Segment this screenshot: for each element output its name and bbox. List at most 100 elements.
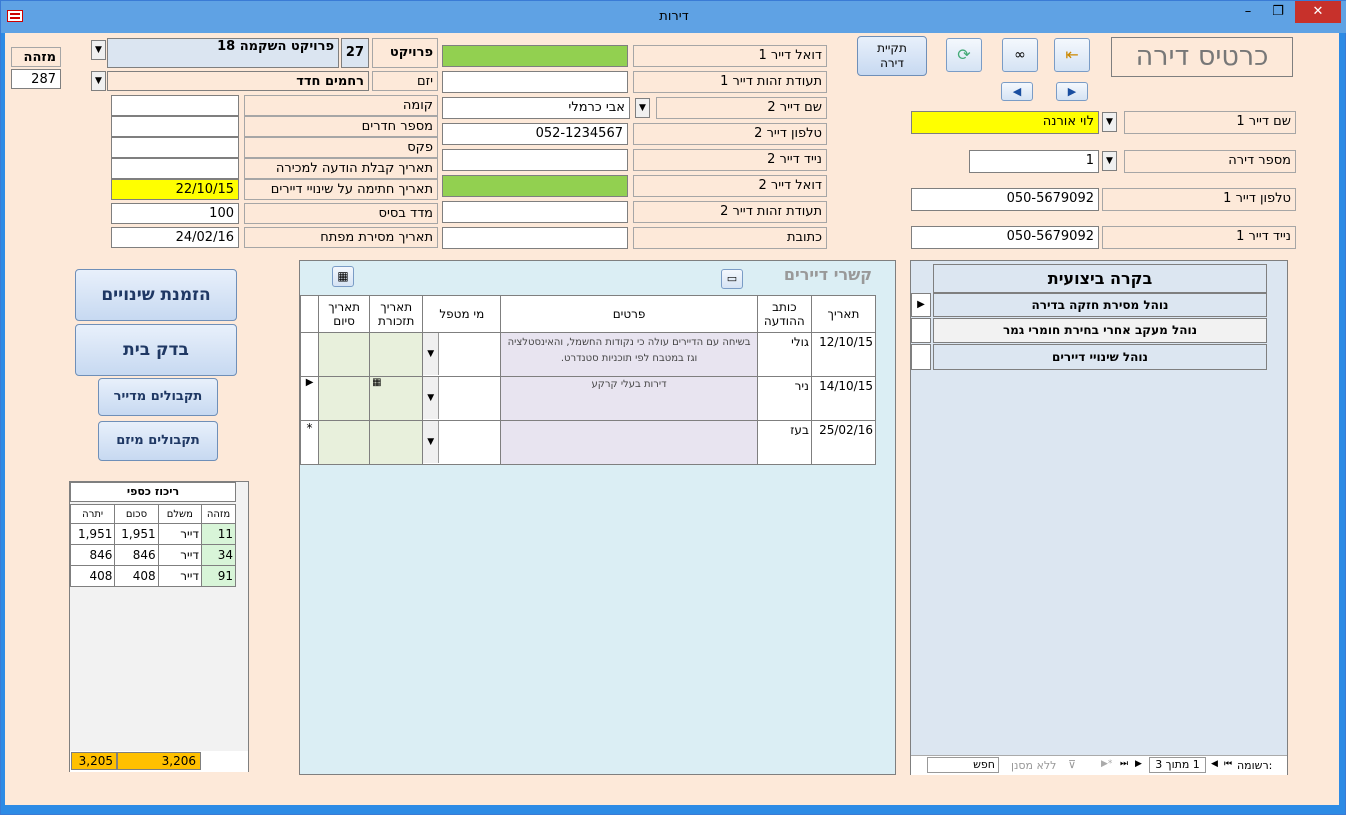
next-record-icon[interactable]: ▶: [1056, 82, 1088, 101]
prev-record-icon[interactable]: ◀: [1001, 82, 1033, 101]
developer-dropdown[interactable]: ▼: [91, 71, 106, 91]
chevron-down-icon[interactable]: ▼: [423, 377, 440, 419]
search-input[interactable]: חפש: [927, 757, 999, 773]
finance-header-payer: משלם: [157, 504, 202, 524]
developer-receipts-button[interactable]: תקבולים מיזם: [98, 421, 218, 461]
apt-no-dropdown[interactable]: ▼: [1102, 151, 1117, 171]
contact-handler[interactable]: ▼: [422, 332, 502, 377]
contact-reminder[interactable]: ▦: [369, 376, 424, 421]
finance-row-id: 91: [200, 565, 237, 587]
col-handler: מי מטפל: [422, 295, 502, 333]
tenant1-name-input[interactable]: לוי אורנה: [911, 111, 1099, 134]
first-record-icon[interactable]: ⏮: [1224, 759, 1232, 769]
row-selector[interactable]: [299, 332, 320, 377]
sale-notice-input[interactable]: [111, 158, 239, 179]
apartment-folder-button[interactable]: תקיית דירה: [857, 36, 927, 76]
contact-date[interactable]: 25/02/16: [810, 420, 877, 465]
chevron-down-icon[interactable]: ▼: [423, 421, 440, 463]
tenant2-name-dropdown[interactable]: ▼: [635, 98, 650, 118]
contact-details[interactable]: בשיחה עם הדיירים עולה כי נקודות החשמל, ו…: [500, 332, 758, 377]
contact-details[interactable]: [500, 420, 758, 465]
finance-header-amount: סכום: [114, 504, 159, 524]
contact-reminder[interactable]: [369, 332, 424, 377]
tenant1-name-dropdown[interactable]: ▼: [1102, 112, 1117, 132]
apartment-form: כרטיס דירה תקיית דירה ⟳ ∞ ⇤ ◀ ▶ שם דייר …: [5, 33, 1339, 805]
new-record-icon[interactable]: ▶*: [1101, 759, 1112, 769]
id-input[interactable]: 287: [11, 69, 61, 89]
inspection-item[interactable]: נוהל מסירת חזקה בדירה: [933, 293, 1267, 317]
project-dropdown[interactable]: ▼: [91, 40, 106, 60]
tenant1-phone-label: טלפון דייר 1: [1102, 188, 1296, 211]
minimize-button[interactable]: –: [1233, 1, 1263, 23]
contact-handler[interactable]: ▼: [422, 420, 502, 465]
contact-reminder[interactable]: [369, 420, 424, 465]
address-label: כתובת: [633, 227, 827, 249]
finance-row-payer: דייר: [157, 523, 202, 545]
record-counter[interactable]: 1 מתוך 3: [1149, 757, 1206, 773]
finance-row[interactable]: 34 דייר 846 846: [69, 544, 237, 566]
fax-input[interactable]: [111, 137, 239, 158]
current-row-icon[interactable]: ▶: [299, 376, 320, 421]
tenant1-mobile-input[interactable]: 050-5679092: [911, 226, 1099, 249]
finance-table: מזהה משלם סכום יתרה 11 דייר 1,951 1,951 …: [69, 504, 237, 587]
close-button[interactable]: ✕: [1295, 1, 1341, 23]
binoculars-icon[interactable]: ∞: [1002, 38, 1038, 72]
address-input[interactable]: [442, 227, 628, 249]
exit-door-icon[interactable]: ⇤: [1054, 38, 1090, 72]
inspection-item[interactable]: נוהל מעקב אחרי בחירת חומרי גמר: [933, 318, 1267, 343]
apt-no-input[interactable]: 1: [969, 150, 1099, 173]
email2-input[interactable]: [442, 175, 628, 197]
calendar-icon[interactable]: ▦: [332, 266, 354, 287]
contact-writer[interactable]: גולי: [756, 332, 812, 377]
contact-date[interactable]: 14/10/15: [810, 376, 877, 421]
last-record-icon[interactable]: ⏭: [1120, 759, 1128, 769]
calendar-icon[interactable]: ▦: [372, 377, 381, 388]
contact-writer[interactable]: בעז: [756, 420, 812, 465]
project-no-input[interactable]: 27: [341, 38, 369, 68]
project-name-input[interactable]: פרויקט השקמה 18: [107, 38, 339, 68]
tenant-receipts-button[interactable]: תקבולים מדייר: [98, 378, 218, 416]
next-record-icon[interactable]: ▶: [1135, 759, 1142, 769]
contact-row[interactable]: 12/10/15 גולי בשיחה עם הדיירים עולה כי נ…: [299, 332, 877, 377]
refresh-icon[interactable]: ⟳: [946, 38, 982, 72]
phone2-input[interactable]: 052-1234567: [442, 123, 628, 145]
inspection-item[interactable]: נוהל שינויי דיירים: [933, 344, 1267, 370]
order-changes-button[interactable]: הזמנת שינויים: [75, 269, 237, 321]
new-row-icon[interactable]: *: [299, 420, 320, 465]
contact-end[interactable]: [318, 420, 371, 465]
contact-details[interactable]: דירות בעלי קרקע: [500, 376, 758, 421]
key-delivery-input[interactable]: 24/02/16: [111, 227, 239, 248]
floor-input[interactable]: [111, 95, 239, 116]
sign-changes-input[interactable]: 22/10/15: [111, 179, 239, 200]
contact-writer[interactable]: ניר: [756, 376, 812, 421]
current-row-icon[interactable]: ▶: [911, 293, 931, 317]
developer-input[interactable]: רחמים חדד: [107, 71, 369, 91]
rooms-input[interactable]: [111, 116, 239, 137]
no-filter-label[interactable]: ללא מסנן: [1011, 759, 1056, 772]
mobile2-input[interactable]: [442, 149, 628, 171]
row-selector[interactable]: [911, 318, 931, 343]
check-house-button[interactable]: בדק בית: [75, 324, 237, 376]
base-index-input[interactable]: 100: [111, 203, 239, 224]
restore-button[interactable]: ❐: [1263, 1, 1293, 23]
contact-row[interactable]: 25/02/16 בעז ▼ *: [299, 420, 877, 465]
contact-end[interactable]: [318, 332, 371, 377]
email1-input[interactable]: [442, 45, 628, 67]
prev-record-icon[interactable]: ◀: [1211, 759, 1218, 769]
tenant2-name-input[interactable]: אבי כרמלי: [442, 97, 630, 119]
contact-row[interactable]: 14/10/15 ניר דירות בעלי קרקע ▼ ▦ ▶: [299, 376, 877, 421]
finance-row[interactable]: 91 דייר 408 408: [69, 565, 237, 587]
tenant1-phone-input[interactable]: 050-5679092: [911, 188, 1099, 211]
id2-input[interactable]: [442, 201, 628, 223]
contact-end[interactable]: [318, 376, 371, 421]
contact-handler[interactable]: ▼: [422, 376, 502, 421]
row-selector[interactable]: [911, 344, 931, 370]
filter-icon[interactable]: ⊽: [1068, 758, 1076, 771]
finance-row[interactable]: 11 דייר 1,951 1,951: [69, 523, 237, 545]
id1-input[interactable]: [442, 71, 628, 93]
chevron-down-icon[interactable]: ▼: [423, 333, 440, 375]
id1-label: תעודת זהות דייר 1: [633, 71, 827, 93]
tenant1-name-label: שם דייר 1: [1124, 111, 1296, 134]
form-view-icon[interactable]: ▭: [721, 269, 743, 289]
contact-date[interactable]: 12/10/15: [810, 332, 877, 377]
